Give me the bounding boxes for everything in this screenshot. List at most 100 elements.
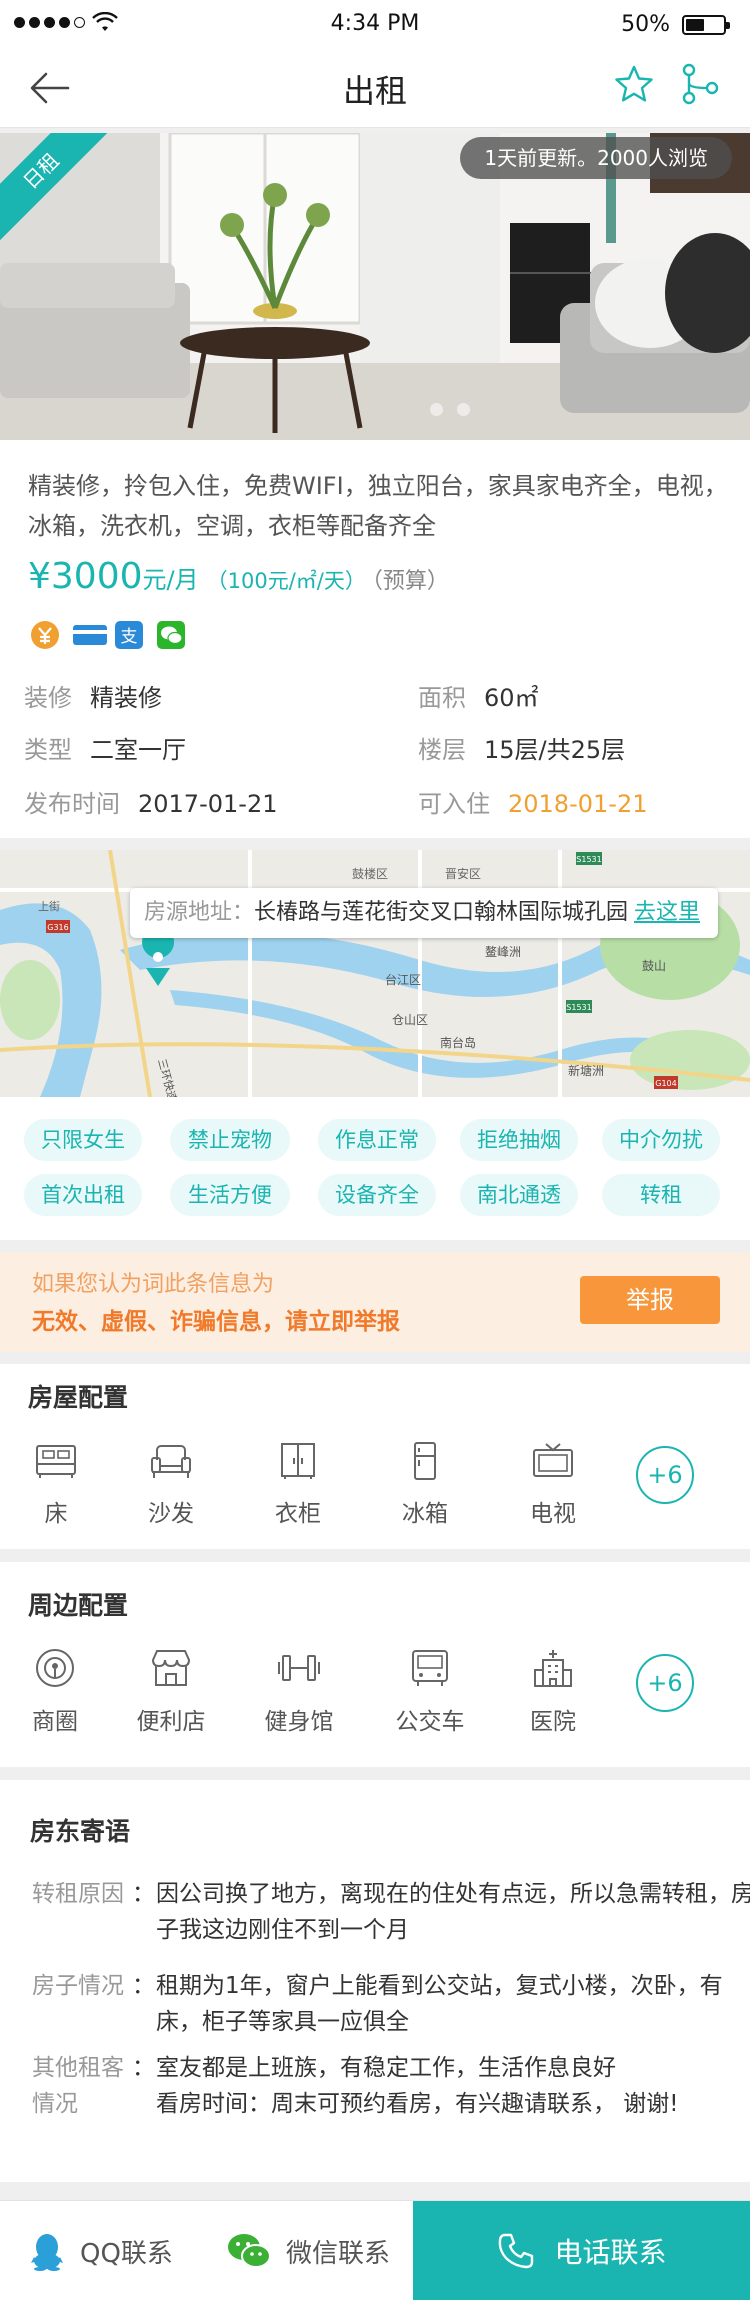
report-line1: 如果您认为词此条信息为 (32, 1272, 275, 1297)
tv-icon (533, 1443, 573, 1477)
phone-icon (499, 2233, 534, 2269)
hospital-icon (534, 1650, 572, 1687)
report-banner: 如果您认为词此条信息为 无效、虚假、诈骗信息，请立即举报 举报 (0, 1252, 750, 1352)
store-icon (151, 1650, 191, 1686)
svg-text:支: 支 (121, 627, 138, 647)
price-daily: （100元/㎡/天） (206, 569, 366, 593)
room-photo (0, 133, 750, 440)
dumbbell-icon (278, 1655, 320, 1681)
detail-floor: 楼层 15层/共25层 (418, 736, 626, 764)
address-value: 长椿路与莲花街交叉口翰林国际城孔园 (254, 900, 629, 925)
tag-item: 转租 (602, 1174, 720, 1216)
nearby-gym: 健身馆 (254, 1648, 344, 1736)
landlord-message-section: 房东寄语 转租原因 ： 因公司换了地方，离现在的住处有点远，所以急需转租，房子我… (0, 1780, 750, 2182)
house-config-section: 房屋配置 床 沙发 衣柜 冰箱 电视 +6 (0, 1364, 750, 1549)
battery-icon (682, 15, 730, 35)
wechat-contact-button[interactable]: 微信联系 (226, 2201, 390, 2300)
tag-item: 生活方便 (170, 1174, 290, 1216)
map-label-xintangzhou: 新塘洲 (568, 1063, 604, 1078)
alipay-icon: 支 (114, 620, 144, 650)
qq-contact-label: QQ联系 (80, 2238, 173, 2269)
map-road-s1531-top: S1531 (576, 855, 601, 864)
landlord-row-house: 房子情况 ： 租期为1年，窗户上能看到公交站，复式小楼，次卧，有床，柜子等家具一… (32, 1973, 723, 2035)
tag-item: 南北通透 (460, 1174, 578, 1216)
map-road-s1531-mid: S1531 (566, 1003, 591, 1012)
photo-gallery[interactable]: 日租 1天前更新。2000人浏览 (0, 133, 750, 440)
map-label-aofengzhou: 鳌峰洲 (485, 944, 521, 959)
address-box: 房源地址：长椿路与莲花街交叉口翰林国际城孔园 去这里 (130, 888, 718, 938)
more-nearby-config-button[interactable]: +6 (636, 1654, 694, 1712)
bank-card-icon (72, 620, 107, 650)
gallery-pager[interactable] (430, 403, 470, 416)
phone-contact-button[interactable]: 电话联系 (413, 2201, 750, 2300)
map-label-gushan: 鼓山 (642, 959, 666, 973)
tag-item: 设备齐全 (318, 1174, 436, 1216)
map-label-taijiang: 台江区 (385, 972, 421, 987)
config-wardrobe: 衣柜 (253, 1442, 343, 1528)
listing-info: 精装修，拎包入住，免费WIFI，独立阳台，家具家电齐全，电视，冰箱，洗衣机，空调… (0, 440, 750, 838)
map-label-jinan: 晋安区 (445, 866, 481, 881)
fridge-icon (414, 1442, 436, 1480)
report-button[interactable]: 举报 (580, 1276, 720, 1324)
map-label-cangshan: 仓山区 (392, 1013, 428, 1027)
report-line2: 无效、虚假、诈骗信息，请立即举报 (32, 1309, 400, 1335)
price-symbol: ¥ (28, 556, 51, 597)
wechat-icon (228, 2234, 271, 2268)
map-label-shangjie: 上街 (38, 899, 60, 913)
map-label-gulou: 鼓楼区 (352, 866, 388, 881)
nearby-hospital: 医院 (508, 1648, 598, 1736)
detail-move-in-date: 可入住 2018-01-21 (418, 790, 648, 818)
bus-icon (412, 1650, 448, 1686)
detail-publish-date: 发布时间 2017-01-21 (24, 790, 278, 818)
map-road-g104: G104 (655, 1079, 676, 1088)
update-views-pill: 1天前更新。2000人浏览 (460, 137, 732, 179)
share-icon[interactable] (678, 62, 722, 106)
qq-contact-button[interactable]: QQ联系 (28, 2201, 173, 2300)
detail-type: 类型 二室一厅 (24, 736, 186, 764)
tag-item: 拒绝抽烟 (460, 1119, 578, 1161)
wardrobe-icon (281, 1443, 315, 1479)
map-road-g316: G316 (47, 923, 68, 932)
listing-description: 精装修，拎包入住，免费WIFI，独立阳台，家具家电齐全，电视，冰箱，洗衣机，空调… (28, 472, 728, 540)
landlord-row-tenants: 其他租客情况 ： 室友都是上班族，有稳定工作，生活作息良好 看房时间：周末可预约… (32, 2055, 679, 2117)
feature-tags: 只限女生 禁止宠物 作息正常 拒绝抽烟 中介勿扰 首次出租 生活方便 设备齐全 … (0, 1097, 750, 1240)
favorite-star-icon[interactable] (612, 62, 656, 106)
landlord-row-reason: 转租原因 ： 因公司换了地方，离现在的住处有点远，所以急需转租，房子我这边刚住不… (32, 1881, 750, 1943)
nav-bar: 出租 (0, 48, 750, 128)
address-label: 房源地址： (144, 900, 255, 925)
wechat-contact-label: 微信联系 (286, 2238, 391, 2269)
phone-contact-label: 电话联系 (554, 2236, 667, 2269)
config-bed: 床 (11, 1442, 101, 1528)
wechat-pay-icon (156, 620, 186, 650)
yuan-icon (30, 620, 60, 650)
tag-item: 中介勿扰 (602, 1119, 720, 1161)
landlord-title: 房东寄语 (30, 1817, 131, 1846)
sofa-icon (151, 1445, 191, 1478)
payment-methods: 支 (30, 620, 186, 650)
business-district-icon (36, 1649, 74, 1687)
location-map[interactable]: 鼓楼区 晋安区 台江区 仓山区 南台岛 鼓山 新塘洲 鳌峰洲 上街 S1531 … (0, 850, 750, 1097)
price-note: （预算） (371, 569, 449, 594)
battery-percent: 50% (621, 12, 670, 37)
price-value: 3000 (50, 556, 143, 597)
detail-area: 面积 60㎡ (418, 684, 539, 712)
nearby-config-title: 周边配置 (28, 1591, 129, 1620)
navigate-link[interactable]: 去这里 (634, 900, 700, 925)
nearby-business: 商圈 (10, 1648, 100, 1736)
nearby-config-section: 周边配置 商圈 便利店 健身馆 公交车 医院 +6 (0, 1562, 750, 1767)
map-label-nantaidao: 南台岛 (440, 1035, 476, 1050)
nearby-bus: 公交车 (385, 1648, 475, 1736)
tag-item: 作息正常 (318, 1119, 436, 1161)
price-unit: 元/月 (142, 566, 199, 594)
tag-item: 禁止宠物 (170, 1119, 290, 1161)
tag-item: 只限女生 (24, 1119, 142, 1161)
status-bar: 4:34 PM 50% (0, 0, 750, 48)
more-house-config-button[interactable]: +6 (636, 1446, 694, 1504)
tag-item: 首次出租 (24, 1174, 142, 1216)
bed-icon (36, 1445, 76, 1478)
detail-decoration: 装修 精装修 (24, 684, 162, 712)
config-tv: 电视 (508, 1442, 598, 1528)
config-fridge: 冰箱 (380, 1442, 470, 1528)
house-config-title: 房屋配置 (28, 1383, 129, 1412)
config-sofa: 沙发 (126, 1442, 216, 1528)
